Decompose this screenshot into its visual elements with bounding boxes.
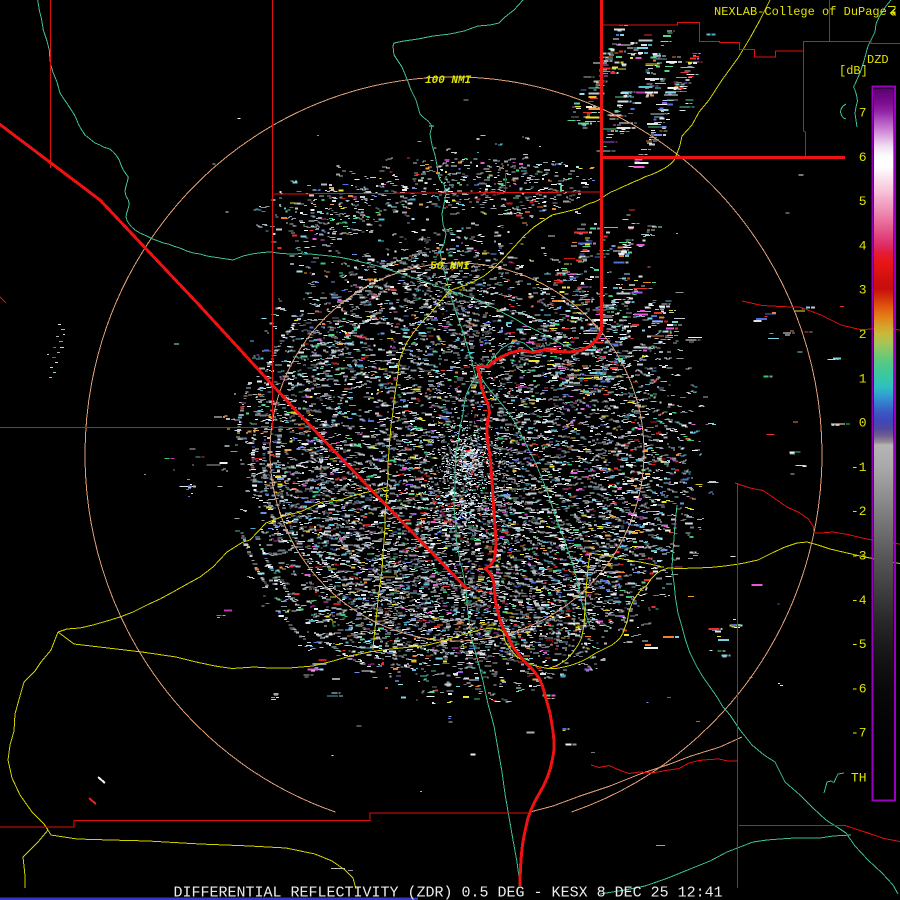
svg-text:DZD: DZD — [867, 53, 889, 67]
svg-text:4: 4 — [859, 238, 867, 253]
svg-text:7: 7 — [859, 106, 867, 121]
svg-text:-5: -5 — [851, 637, 867, 652]
svg-text:NEXLAB-College of DuPage: NEXLAB-College of DuPage — [714, 5, 887, 19]
svg-text:3: 3 — [859, 283, 867, 298]
svg-text:-7: -7 — [851, 726, 867, 741]
svg-text:5: 5 — [859, 194, 867, 209]
svg-text:2: 2 — [859, 327, 867, 342]
svg-text:[dB]: [dB] — [839, 64, 868, 78]
svg-text:50 NMI: 50 NMI — [430, 261, 470, 273]
svg-text:0: 0 — [859, 416, 867, 431]
svg-text:6: 6 — [859, 150, 867, 165]
svg-text:-2: -2 — [851, 504, 867, 519]
svg-text:-3: -3 — [851, 549, 867, 564]
svg-text:-6: -6 — [851, 681, 867, 696]
svg-text:TH: TH — [851, 771, 867, 786]
svg-text:1: 1 — [859, 371, 867, 386]
svg-text:-1: -1 — [851, 460, 867, 475]
svg-text:DIFFERENTIAL REFLECTIVITY (ZDR: DIFFERENTIAL REFLECTIVITY (ZDR) 0.5 DEG … — [174, 885, 723, 900]
svg-text:-4: -4 — [851, 593, 867, 608]
svg-text:100 NMI: 100 NMI — [425, 75, 472, 87]
